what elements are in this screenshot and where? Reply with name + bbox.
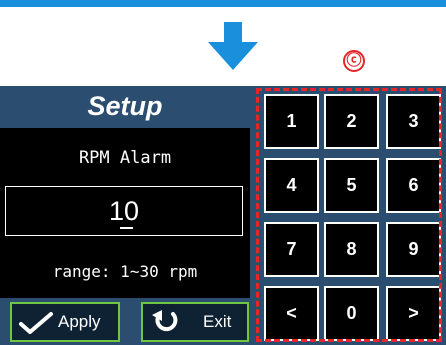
numeric-keypad: 1 2 3 4 5 6 7 8 9 < 0 > bbox=[257, 86, 446, 345]
key-6[interactable]: 6 bbox=[386, 158, 441, 213]
input-cursor bbox=[120, 227, 133, 229]
key-backspace[interactable]: < bbox=[264, 286, 319, 341]
annotation-marker-c: ⓒ bbox=[343, 50, 365, 72]
exit-label: Exit bbox=[203, 312, 232, 331]
down-arrow-icon bbox=[208, 22, 258, 70]
key-forward[interactable]: > bbox=[386, 286, 441, 341]
setup-panel: RPM Alarm 10 range: 1~30 rpm bbox=[0, 128, 250, 298]
key-8[interactable]: 8 bbox=[324, 222, 379, 277]
parameter-label: RPM Alarm bbox=[78, 148, 172, 168]
apply-button[interactable]: Apply bbox=[10, 302, 120, 342]
range-hint: range: 1~30 rpm bbox=[52, 262, 198, 281]
exit-button[interactable]: Exit bbox=[141, 302, 249, 342]
page-title: Setup bbox=[87, 91, 163, 121]
hmi-screen: Setup RPM Alarm 10 range: 1~30 rpm Apply… bbox=[0, 86, 446, 345]
key-0[interactable]: 0 bbox=[324, 286, 379, 341]
key-1[interactable]: 1 bbox=[264, 94, 319, 149]
value-input[interactable]: 10 bbox=[5, 186, 243, 236]
key-9[interactable]: 9 bbox=[386, 222, 441, 277]
key-3[interactable]: 3 bbox=[386, 94, 441, 149]
key-4[interactable]: 4 bbox=[264, 158, 319, 213]
top-blue-bar bbox=[0, 0, 446, 7]
key-7[interactable]: 7 bbox=[264, 222, 319, 277]
checkmark-icon bbox=[19, 312, 53, 334]
key-5[interactable]: 5 bbox=[324, 158, 379, 213]
apply-label: Apply bbox=[58, 312, 101, 331]
key-2[interactable]: 2 bbox=[324, 94, 379, 149]
undo-arrow-icon bbox=[152, 310, 178, 332]
